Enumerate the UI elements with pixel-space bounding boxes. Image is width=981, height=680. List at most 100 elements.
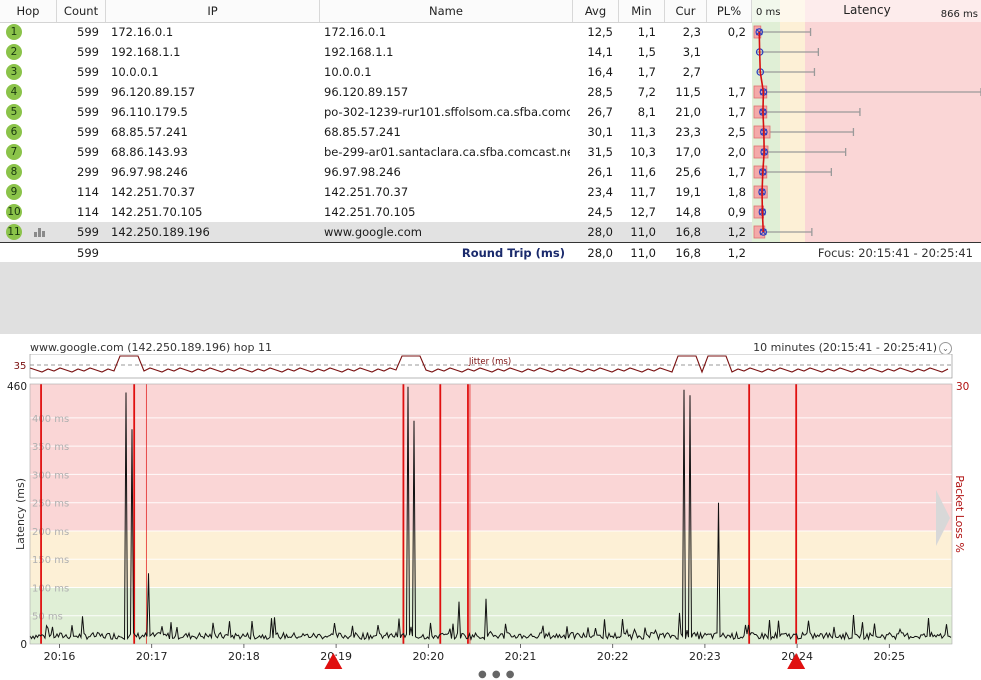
col-count[interactable]: Count <box>57 0 106 22</box>
focus-range: Focus: 20:15:41 - 20:25:41 <box>817 246 973 260</box>
hop-avg: 30,1 <box>587 125 613 139</box>
hop-avg: 16,4 <box>587 65 613 79</box>
hop-pl: 2,5 <box>727 125 746 139</box>
hop-cur: 11,5 <box>675 85 701 99</box>
hop-name: po-302-1239-rur101.sffolsom.ca.sfba.comc… <box>324 105 570 119</box>
hop-count: 599 <box>77 225 99 239</box>
hop-count: 599 <box>77 125 99 139</box>
x-tick-label: 20:21 <box>505 650 537 663</box>
table-row[interactable]: 9 114 142.251.70.37 142.251.70.37 23,4 11,7 19… <box>0 182 752 202</box>
y-axis-label: Latency (ms) <box>14 478 27 550</box>
chart-title: www.google.com (142.250.189.196) hop 11 <box>30 341 272 354</box>
hop-ip: 96.97.98.246 <box>111 165 188 179</box>
table-row[interactable]: 10 114 142.251.70.105 142.251.70.105 24,5 12,… <box>0 202 752 222</box>
col-min[interactable]: Min <box>619 0 665 22</box>
table-row[interactable]: 5 599 96.110.179.5 po-302-1239-rur101.sffol… <box>0 102 752 122</box>
hop-cur: 2,3 <box>682 25 701 39</box>
hop-ip: 10.0.0.1 <box>111 65 159 79</box>
hop-number: 4 <box>6 84 22 100</box>
col-cur[interactable]: Cur <box>665 0 707 22</box>
summary-label: Round Trip (ms) <box>461 246 565 260</box>
table-row[interactable]: 6 599 68.85.57.241 68.85.57.241 30,1 11,3 23,3… <box>0 122 752 142</box>
hop-number: 6 <box>6 124 22 140</box>
hop-pl <box>707 62 746 82</box>
hop-ip: 142.251.70.37 <box>111 185 196 199</box>
col-name[interactable]: Name <box>320 0 573 22</box>
hop-min: 11,7 <box>630 185 656 199</box>
table-row[interactable]: 7 599 68.86.143.93 be-299-ar01.santaclara.c… <box>0 142 752 162</box>
hop-name: be-299-ar01.santaclara.ca.sfba.comcast.n… <box>324 145 570 159</box>
hop-count: 599 <box>77 85 99 99</box>
hop-min: 11,6 <box>630 165 656 179</box>
x-tick-label: 20:22 <box>597 650 629 663</box>
time-range-label[interactable]: 10 minutes (20:15:41 - 20:25:41) <box>753 341 937 354</box>
hop-avg: 24,5 <box>587 205 613 219</box>
jitter-max-label: 35 <box>14 361 27 372</box>
x-tick-label: 20:18 <box>228 650 260 663</box>
jitter-label: Jitter (ms) <box>468 357 511 367</box>
latency-min-label: 0 ms <box>756 7 781 18</box>
summary-avg: 28,0 <box>587 246 613 260</box>
hop-name: 96.120.89.157 <box>324 85 409 99</box>
hop-count: 599 <box>77 25 99 39</box>
hop-ip: 192.168.1.1 <box>111 45 181 59</box>
hop-cur: 2,7 <box>682 65 701 79</box>
table-row[interactable]: 3 599 10.0.0.1 10.0.0.1 16,4 1,7 2,7 <box>0 62 752 82</box>
hop-name: 192.168.1.1 <box>324 45 394 59</box>
table-row[interactable]: 1 599 172.16.0.1 172.16.0.1 12,5 1,1 2,3 0,2 <box>0 22 752 42</box>
hop-table: Hop Count IP Name Avg Min Cur PL% 1 599 17… <box>0 0 981 245</box>
hop-pl <box>707 42 746 62</box>
hop-min: 10,3 <box>630 145 656 159</box>
hop-avg: 23,4 <box>587 185 613 199</box>
hop-min: 1,5 <box>637 45 656 59</box>
hop-ip: 96.110.179.5 <box>111 105 188 119</box>
hop-number: 7 <box>6 144 22 160</box>
col-ip[interactable]: IP <box>106 0 320 22</box>
y-tick-label: 200 ms <box>32 527 69 538</box>
splitter-grip-icon[interactable]: ● ● ● <box>478 669 516 680</box>
table-row[interactable]: 4 599 96.120.89.157 96.120.89.157 28,5 7,2 11,… <box>0 82 752 102</box>
y-min-label: 0 <box>20 639 27 651</box>
hop-avg: 12,5 <box>587 25 613 39</box>
x-tick-label: 20:17 <box>136 650 168 663</box>
hop-cur: 16,8 <box>675 225 701 239</box>
x-tick-label: 20:16 <box>44 650 76 663</box>
hop-count: 599 <box>77 45 99 59</box>
hop-count: 599 <box>77 105 99 119</box>
y-max-label: 460 <box>7 381 27 393</box>
hop-cur: 17,0 <box>675 145 701 159</box>
hop-number: 8 <box>6 164 22 180</box>
hop-ip: 68.85.57.241 <box>111 125 188 139</box>
hop-pl: 2,0 <box>727 145 746 159</box>
y2-axis-label: Packet Loss % <box>953 475 966 553</box>
hop-ip: 142.250.189.196 <box>111 225 210 239</box>
y-tick-label: 400 ms <box>32 414 69 425</box>
pingplotter-window: Hop Count IP Name Avg Min Cur PL% 1 599 17… <box>0 0 981 680</box>
latency-header-label: Latency <box>843 3 890 17</box>
x-tick-label: 20:20 <box>412 650 444 663</box>
y-tick-label: 100 ms <box>32 583 69 594</box>
timeline-graph: 35 Jitter (ms) 400 ms 350 ms 300 ms 250 ms 200… <box>7 354 969 669</box>
hop-number: 10 <box>6 204 22 220</box>
y-tick-label: 300 ms <box>32 470 69 481</box>
hop-count: 299 <box>77 165 99 179</box>
hop-pl: 1,2 <box>727 225 746 239</box>
col-pl[interactable]: PL% <box>707 0 752 22</box>
table-row[interactable]: 8 299 96.97.98.246 96.97.98.246 26,1 11,6 25,6… <box>0 162 752 182</box>
hop-avg: 28,5 <box>587 85 613 99</box>
y-tick-label: 350 ms <box>32 442 69 453</box>
hop-min: 1,1 <box>637 25 656 39</box>
hop-pl: 1,7 <box>727 105 746 119</box>
table-row[interactable]: 11 599 142.250.189.196 www.google.com 28,0 11… <box>0 222 752 242</box>
hop-count: 114 <box>77 205 99 219</box>
bar-chart-icon[interactable] <box>34 227 46 237</box>
latency-mini-chart: 0 ms Latency 866 ms <box>752 0 981 242</box>
table-row[interactable]: 2 599 192.168.1.1 192.168.1.1 14,1 1,5 3,1 <box>0 42 752 62</box>
packet-loss-bar <box>753 165 768 179</box>
summary-row: 599 Round Trip (ms) 28,0 11,0 16,8 1,2 F… <box>0 242 981 263</box>
col-avg[interactable]: Avg <box>573 0 619 22</box>
col-hop[interactable]: Hop <box>0 0 57 22</box>
hop-avg: 31,5 <box>587 145 613 159</box>
y-tick-label: 150 ms <box>32 555 69 566</box>
hop-ip: 172.16.0.1 <box>111 25 174 39</box>
